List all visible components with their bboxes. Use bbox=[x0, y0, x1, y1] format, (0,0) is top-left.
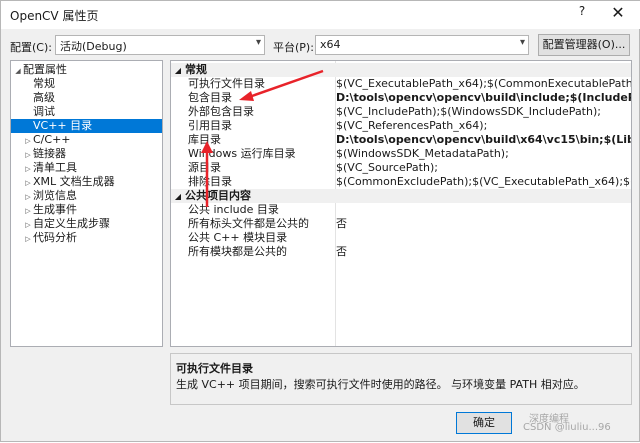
annotation-arrow-library bbox=[201, 141, 213, 207]
annotation-arrow-include bbox=[239, 69, 324, 101]
annotation-arrows bbox=[201, 69, 324, 207]
properties-dialog: OpenCV 属性页 ? ✕ 配置(C): 活动(Debug) ▾ 平台(P):… bbox=[0, 0, 640, 442]
